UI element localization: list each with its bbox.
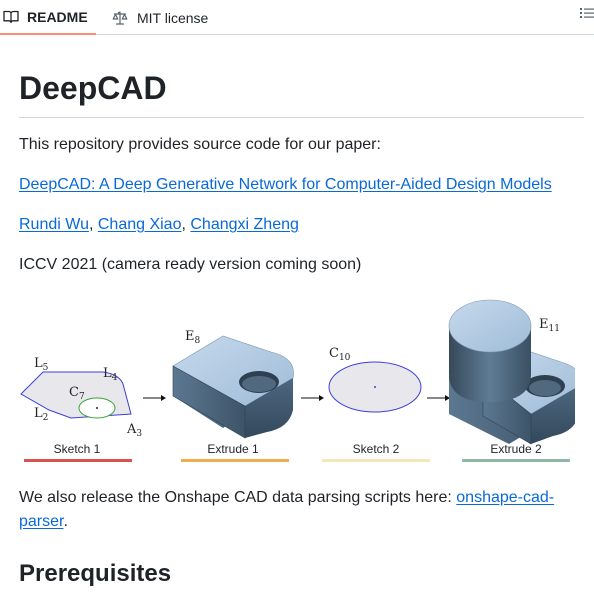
label-l4: L4 bbox=[103, 366, 118, 383]
extrude-1-model: E8 bbox=[172, 329, 294, 439]
book-icon bbox=[3, 9, 19, 25]
author-link-changxi-zheng[interactable]: Changxi Zheng bbox=[190, 216, 299, 233]
page-title: DeepCAD bbox=[19, 70, 167, 106]
underline-extrude-2 bbox=[462, 459, 570, 462]
parser-period: . bbox=[63, 513, 68, 530]
underline-extrude-1 bbox=[181, 459, 289, 462]
sketch-2-diagram: C10 bbox=[328, 346, 422, 413]
parser-text: We also release the Onshape CAD data par… bbox=[19, 489, 452, 506]
label-e11: E11 bbox=[539, 317, 560, 334]
list-unordered-icon bbox=[580, 8, 594, 26]
caption-sketch-1: Sketch 1 bbox=[54, 442, 101, 456]
author-separator: , bbox=[88, 216, 98, 233]
parser-link[interactable]: onshape-cad- bbox=[456, 489, 554, 506]
title-divider bbox=[19, 117, 584, 118]
arrow-right-icon bbox=[427, 395, 450, 401]
tab-readme-label: README bbox=[27, 8, 88, 25]
cad-construction-figure: L5 L4 C7 L2 A3 E8 C10 E11 Sketch 1 Extru… bbox=[19, 296, 581, 468]
underline-sketch-1 bbox=[24, 459, 132, 462]
label-l5: L5 bbox=[34, 356, 49, 373]
caption-extrude-1: Extrude 1 bbox=[207, 442, 259, 456]
caption-sketch-2: Sketch 2 bbox=[353, 442, 400, 456]
readme-tab-bar: README MIT license bbox=[0, 0, 594, 35]
tab-license-label: MIT license bbox=[137, 9, 209, 26]
caption-extrude-2: Extrude 2 bbox=[490, 442, 542, 456]
arrow-right-icon bbox=[301, 395, 324, 401]
law-scale-icon bbox=[112, 10, 128, 26]
extrude-2-model: E11 bbox=[448, 299, 581, 445]
intro-paragraph: This repository provides source code for… bbox=[19, 136, 381, 153]
underline-sketch-2 bbox=[322, 459, 430, 462]
tab-readme[interactable]: README bbox=[0, 0, 96, 35]
parser-link-continued[interactable]: parser bbox=[19, 513, 63, 530]
tab-license[interactable]: MIT license bbox=[112, 0, 208, 35]
parser-paragraph-line-1: We also release the Onshape CAD data par… bbox=[19, 486, 554, 510]
label-a3: A3 bbox=[126, 422, 142, 439]
parser-paragraph-line-2: parser. bbox=[19, 510, 68, 534]
label-c10: C10 bbox=[329, 346, 351, 363]
outline-menu-button[interactable] bbox=[580, 4, 594, 22]
paper-paragraph: DeepCAD: A Deep Generative Network for C… bbox=[19, 173, 552, 197]
author-link-rundi-wu[interactable]: Rundi Wu bbox=[19, 216, 89, 233]
sketch-1-diagram: L5 L4 C7 L2 A3 bbox=[20, 356, 142, 439]
paper-link[interactable]: DeepCAD: A Deep Generative Network for C… bbox=[19, 176, 552, 193]
authors-paragraph: Rundi Wu, Chang Xiao, Changxi Zheng bbox=[19, 213, 299, 237]
author-link-chang-xiao[interactable]: Chang Xiao bbox=[98, 216, 182, 233]
arrow-right-icon bbox=[143, 395, 166, 401]
label-e8: E8 bbox=[185, 329, 201, 346]
section-heading-prerequisites: Prerequisites bbox=[19, 560, 172, 587]
venue-paragraph: ICCV 2021 (camera ready version coming s… bbox=[19, 256, 362, 273]
